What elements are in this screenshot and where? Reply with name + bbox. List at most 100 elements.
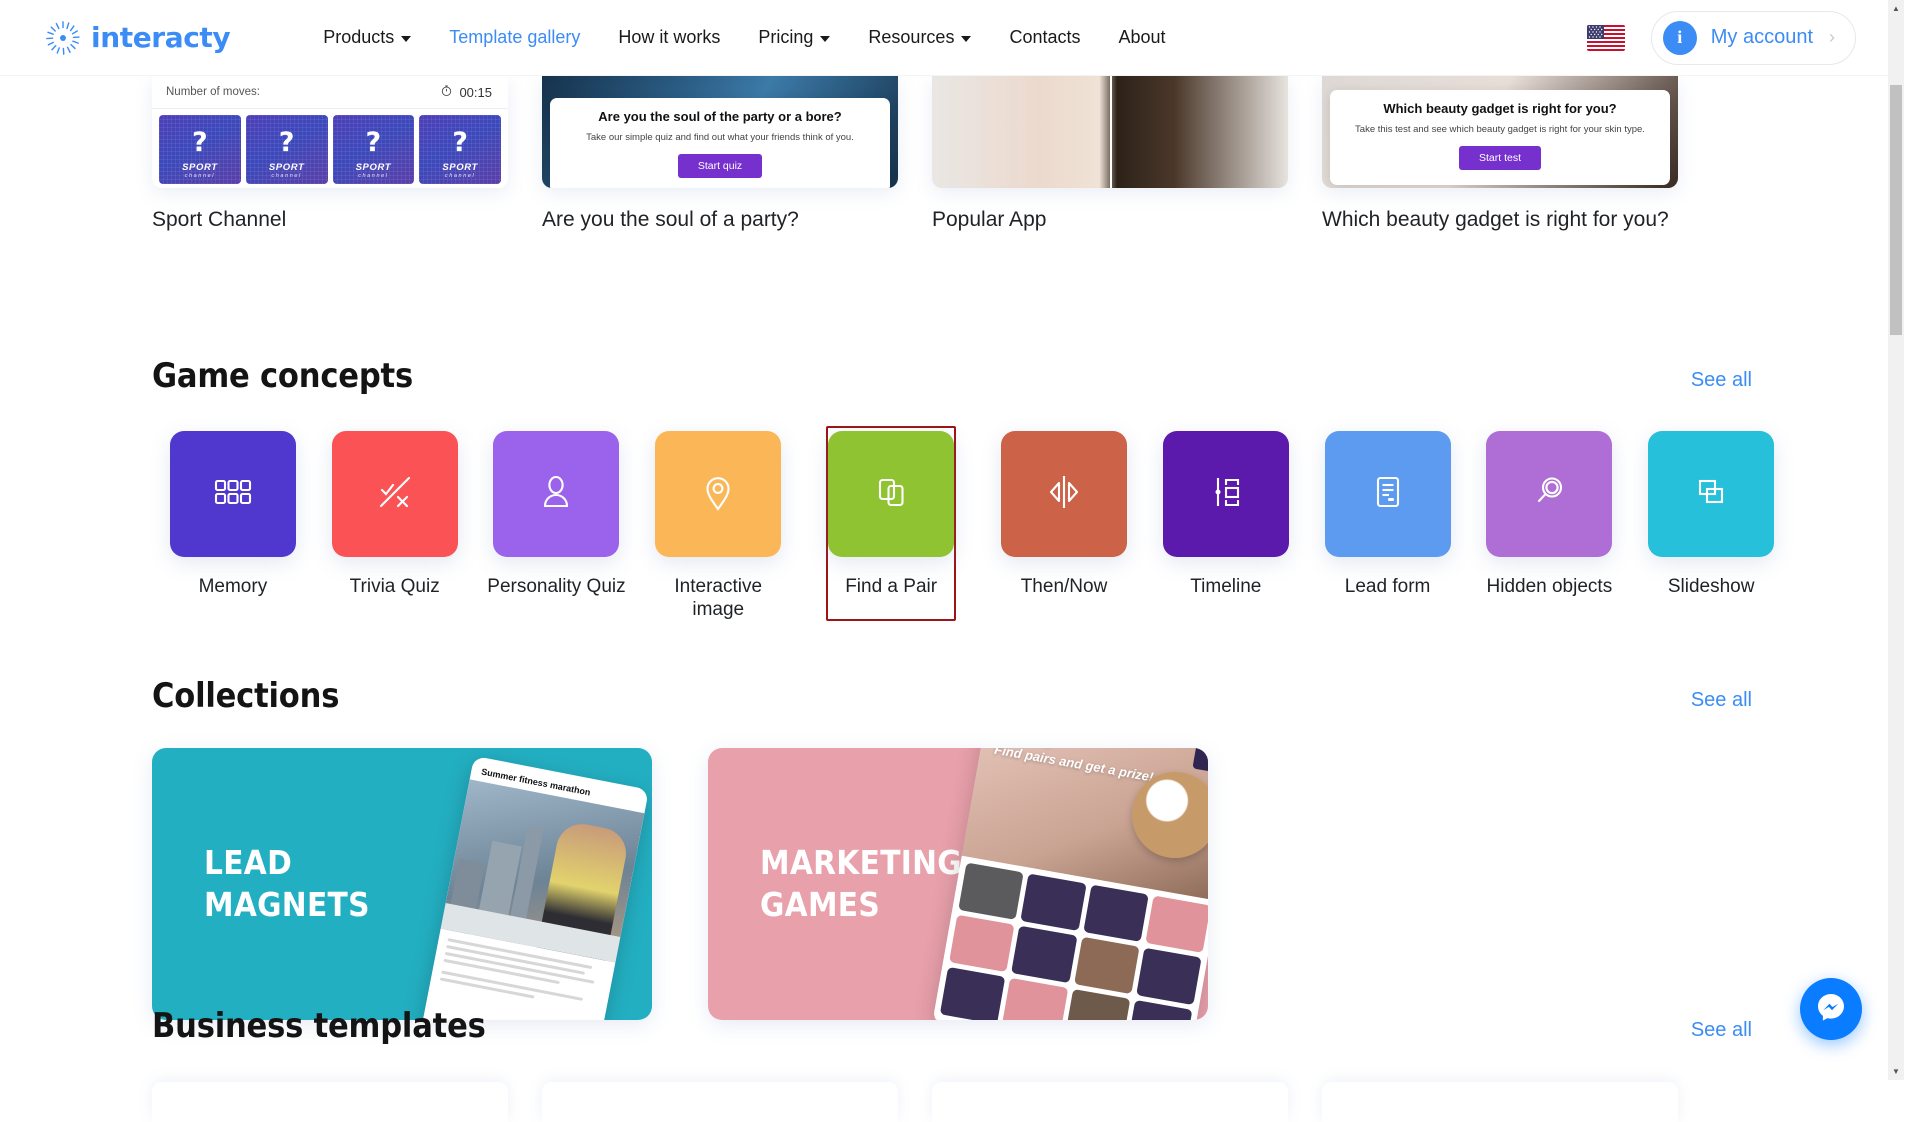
before-after-split-icon xyxy=(1040,468,1088,521)
section-title: Business templates xyxy=(152,1006,486,1046)
interacty-sunburst-logo-icon xyxy=(44,19,82,57)
template-title: Which beauty gadget is right for you? xyxy=(1322,208,1678,232)
template-card[interactable] xyxy=(152,1082,508,1122)
concept-tile xyxy=(493,431,619,557)
concept-then-now[interactable]: Then/Now xyxy=(983,426,1145,621)
magnifier-icon xyxy=(1525,468,1573,521)
person-outline-icon xyxy=(532,468,580,521)
see-all-collections[interactable]: See all xyxy=(1691,689,1752,716)
concept-label: Personality Quiz xyxy=(487,575,625,598)
chevron-down-icon xyxy=(820,36,830,42)
avatar: i xyxy=(1663,21,1697,55)
template-card[interactable] xyxy=(932,1082,1288,1122)
artwork-heading: MEMORY GAME Find pairs and get a prize! xyxy=(993,748,1156,786)
concept-find-a-pair[interactable]: Find a Pair xyxy=(826,426,956,621)
card-face: ? xyxy=(419,127,501,158)
templates-row: Number of moves: 00:15 xyxy=(152,76,1752,232)
timer: 00:15 xyxy=(440,84,492,100)
concept-trivia-quiz[interactable]: Trivia Quiz xyxy=(314,426,476,621)
concept-tile xyxy=(1163,431,1289,557)
concept-hidden-objects[interactable]: Hidden objects xyxy=(1468,426,1630,621)
memory-card[interactable]: ? SPORTchannel xyxy=(159,115,241,184)
section-header: Business templates See all xyxy=(152,1006,1752,1046)
section-title: Game concepts xyxy=(152,356,413,396)
nav-item-resources[interactable]: Resources xyxy=(849,21,990,54)
concept-memory[interactable]: Memory xyxy=(152,426,314,621)
concept-label: Slideshow xyxy=(1668,575,1755,598)
card-face: ? xyxy=(246,127,328,158)
nav-label: Products xyxy=(323,27,394,48)
collection-title: MARKETING GAMES xyxy=(760,842,962,926)
concept-tile xyxy=(1486,431,1612,557)
scroll-up-arrow-icon[interactable]: ▲ xyxy=(1888,0,1904,17)
brand-label: SPORTchannel xyxy=(419,162,501,179)
memory-card[interactable]: ? SPORTchannel xyxy=(333,115,415,184)
nav-item-template-gallery[interactable]: Template gallery xyxy=(430,21,599,54)
concept-label: Trivia Quiz xyxy=(350,575,440,598)
concept-timeline[interactable]: Timeline xyxy=(1145,426,1307,621)
template-card[interactable] xyxy=(1322,1082,1678,1122)
concept-tile xyxy=(1325,431,1451,557)
us-flag-icon[interactable] xyxy=(1587,25,1625,51)
logo-text: interacty xyxy=(91,21,230,54)
quiz-subtext: Take our simple quiz and find out what y… xyxy=(564,132,876,144)
collections-section: Collections See all LEAD MAGNETS Summer … xyxy=(0,676,1904,1020)
timeline-icon xyxy=(1202,468,1250,521)
template-card-sport-channel[interactable]: Number of moves: 00:15 xyxy=(152,76,508,232)
template-card-popular-app[interactable]: Popular App xyxy=(932,76,1288,232)
stopwatch-icon xyxy=(440,84,453,100)
business-templates-section: Business templates See all xyxy=(0,1006,1904,1122)
document-form-icon xyxy=(1364,468,1412,521)
my-account-button[interactable]: i My account › xyxy=(1651,11,1856,65)
nav-label: Resources xyxy=(868,27,954,48)
concept-slideshow[interactable]: Slideshow xyxy=(1630,426,1792,621)
facebook-messenger-icon xyxy=(1813,989,1849,1030)
concept-tile xyxy=(828,431,954,557)
template-card[interactable] xyxy=(542,1082,898,1122)
template-card-beauty-gadget[interactable]: Which beauty gadget is right for you? Ta… xyxy=(1322,76,1678,232)
nav-label: Pricing xyxy=(758,27,813,48)
concept-tile xyxy=(332,431,458,557)
concept-label: Timeline xyxy=(1190,575,1261,598)
nav-item-pricing[interactable]: Pricing xyxy=(739,21,849,54)
template-title: Are you the soul of a party? xyxy=(542,208,898,232)
grid-six-squares-icon xyxy=(209,468,257,521)
before-after-divider xyxy=(1110,76,1112,188)
memory-card[interactable]: ? SPORTchannel xyxy=(246,115,328,184)
business-templates-row xyxy=(152,1082,1904,1122)
see-all-business-templates[interactable]: See all xyxy=(1691,1019,1752,1046)
template-thumbnail: Number of moves: 00:15 xyxy=(152,76,508,188)
nav-label: How it works xyxy=(618,27,720,48)
scrollbar-thumb[interactable] xyxy=(1890,85,1902,335)
game-concepts-section: Game concepts See all xyxy=(0,356,1904,621)
see-all-game-concepts[interactable]: See all xyxy=(1691,369,1752,396)
concept-personality-quiz[interactable]: Personality Quiz xyxy=(476,426,638,621)
template-title: Sport Channel xyxy=(152,208,508,232)
chevron-right-icon: › xyxy=(1829,27,1835,48)
template-card-soul-of-party[interactable]: Are you the soul of the party or a bore?… xyxy=(542,76,898,232)
template-thumbnail: Which beauty gadget is right for you? Ta… xyxy=(1322,76,1678,188)
nav-label: Contacts xyxy=(1009,27,1080,48)
start-quiz-button[interactable]: Start quiz xyxy=(678,154,762,178)
concept-interactive-image[interactable]: Interactive image xyxy=(637,426,799,621)
facebook-messenger-chat-button[interactable] xyxy=(1800,978,1862,1040)
header-actions: i My account › xyxy=(1587,11,1856,65)
collection-card-lead-magnets[interactable]: LEAD MAGNETS Summer fitness marathon xyxy=(152,748,652,1020)
scroll-down-arrow-icon[interactable]: ▼ xyxy=(1888,1063,1904,1080)
page-scrollbar[interactable]: ▲ ▼ xyxy=(1888,0,1904,1080)
nav-item-about[interactable]: About xyxy=(1100,21,1185,54)
concept-lead-form[interactable]: Lead form xyxy=(1307,426,1469,621)
nav-item-products[interactable]: Products xyxy=(304,21,430,54)
quiz-heading: Which beauty gadget is right for you? xyxy=(1344,101,1656,117)
memory-card[interactable]: ? SPORTchannel xyxy=(419,115,501,184)
section-header: Collections See all xyxy=(152,676,1752,716)
card-face: ? xyxy=(333,127,415,158)
collection-card-marketing-games[interactable]: MARKETING GAMES MEMORY GAME Find pairs a… xyxy=(708,748,1208,1020)
concept-label: Then/Now xyxy=(1021,575,1108,598)
logo[interactable]: interacty xyxy=(44,19,230,57)
start-test-button[interactable]: Start test xyxy=(1459,146,1541,170)
timer-value: 00:15 xyxy=(459,85,492,100)
nav-item-how-it-works[interactable]: How it works xyxy=(599,21,739,54)
stacked-slides-icon xyxy=(1687,468,1735,521)
nav-item-contacts[interactable]: Contacts xyxy=(990,21,1099,54)
